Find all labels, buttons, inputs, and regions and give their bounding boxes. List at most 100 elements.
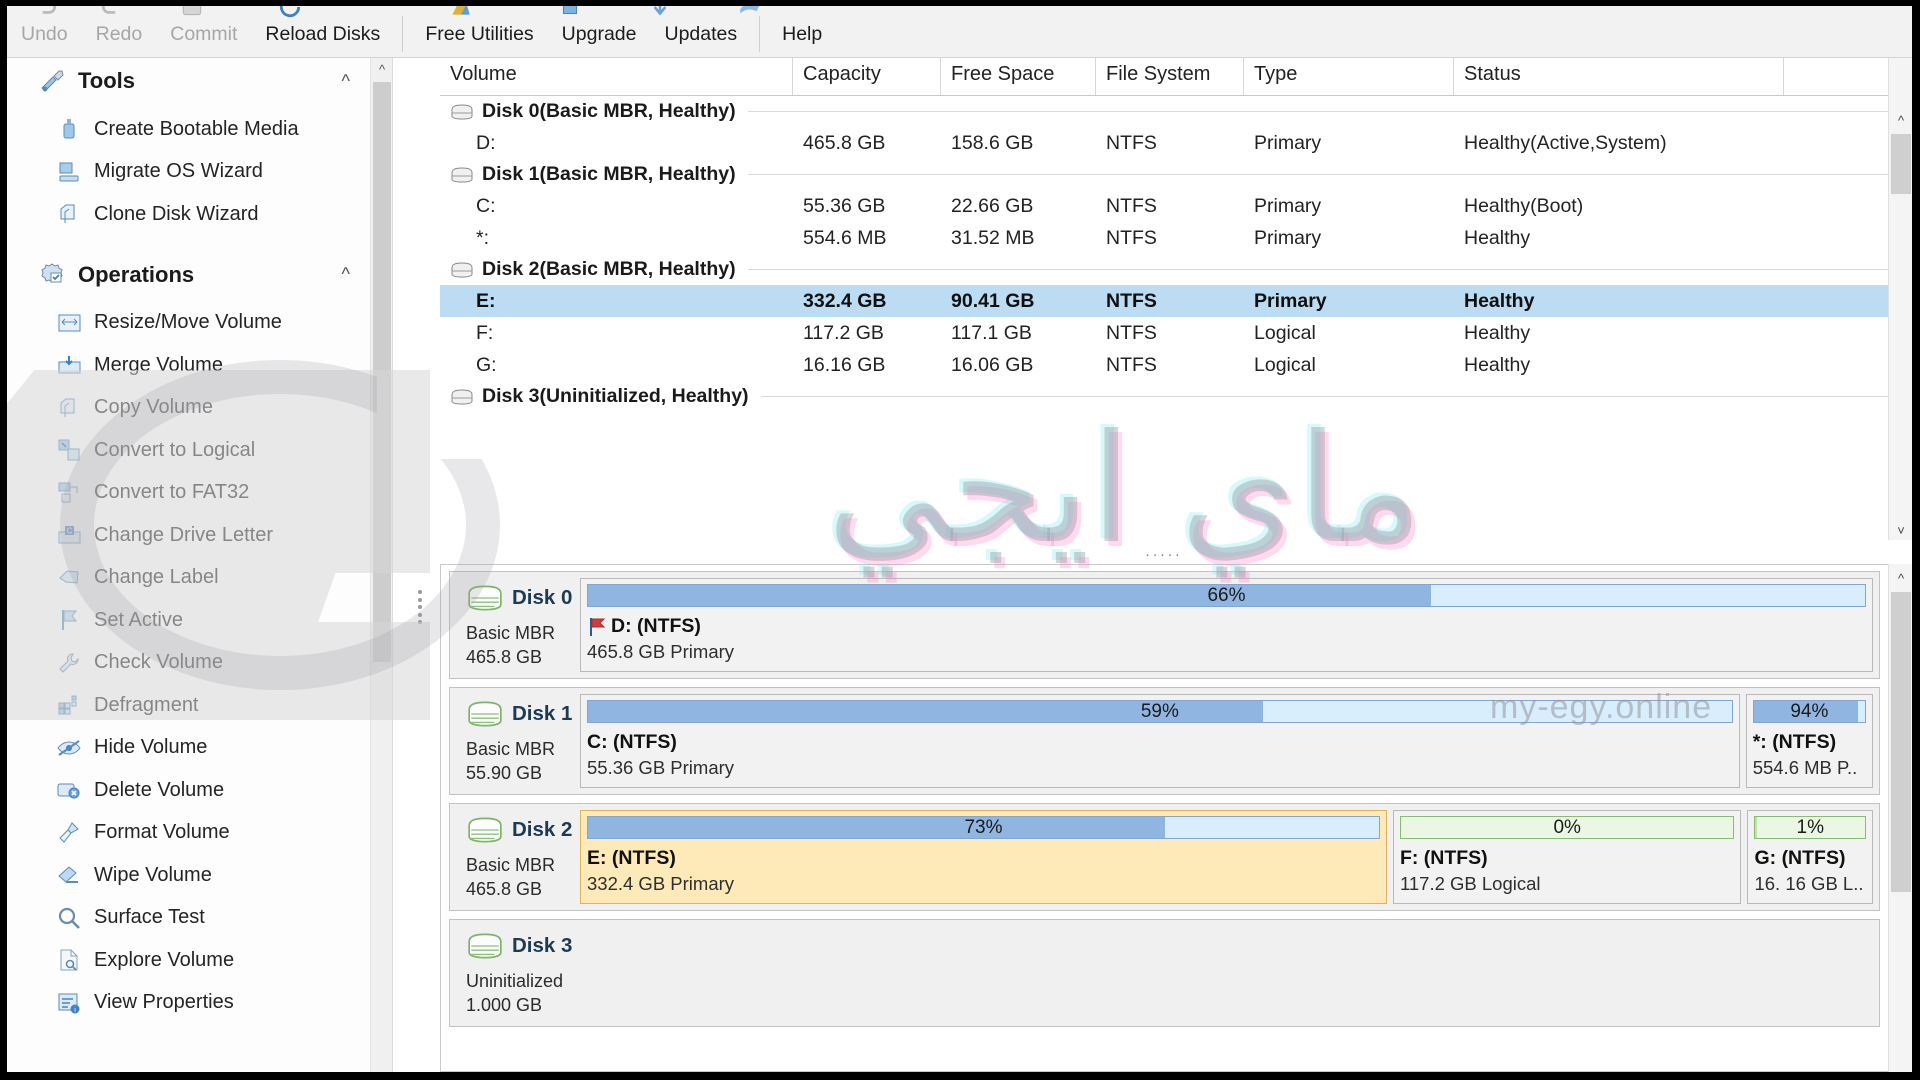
sidebar-section-tools[interactable]: Tools ^ [8, 58, 392, 104]
sidebar-item-set-active[interactable]: Set Active [8, 599, 392, 642]
table-row[interactable]: *: 554.6 MB 31.52 MB NTFS Primary Health… [440, 222, 1912, 254]
table-row[interactable]: G: 16.16 GB 16.06 GB NTFS Logical Health… [440, 349, 1912, 381]
cell-capacity: 117.2 GB [803, 321, 884, 344]
cell-file-system: NTFS [1106, 353, 1157, 376]
sidebar-item-merge-volume[interactable]: Merge Volume [8, 344, 392, 387]
disk-map-scroll-thumb[interactable] [1891, 592, 1911, 892]
disk-map-title-row: Disk 1 [466, 700, 580, 728]
partition-g[interactable]: 1% G: (NTFS) 16. 16 GB L.. [1747, 810, 1873, 904]
column-header-type[interactable]: Type [1244, 58, 1454, 95]
usage-bar: 94% [1752, 700, 1866, 723]
sidebar-item-view-properties[interactable]: i View Properties [8, 982, 392, 1025]
sidebar-scroll-thumb[interactable] [373, 82, 391, 662]
disk-type: Basic MBR [466, 623, 556, 643]
disk-title: Disk 3 [512, 934, 573, 957]
chevron-up-icon[interactable]: ^ [342, 71, 350, 92]
disk-icon [451, 103, 473, 120]
partition-name-row: E: (NTFS) [587, 847, 1380, 870]
sidebar-item-explore-volume[interactable]: Explore Volume [8, 939, 392, 982]
disk-map-title-row: Disk 2 [466, 816, 580, 844]
table-row[interactable]: C: 55.36 GB 22.66 GB NTFS Primary Health… [440, 190, 1912, 222]
table-scrollbar[interactable]: ^ ˅ [1888, 58, 1912, 540]
sidebar-item-delete-volume[interactable]: Delete Volume [8, 769, 392, 812]
column-header-file-system[interactable]: File System [1096, 58, 1244, 95]
free-utilities-button[interactable]: Free Utilities [411, 20, 547, 48]
cell-capacity: 332.4 GB [803, 289, 887, 312]
table-scroll-thumb[interactable] [1891, 134, 1911, 194]
disk-group-header[interactable]: Disk 0(Basic MBR, Healthy) [440, 96, 1912, 127]
sidebar-scrollbar[interactable]: ^ [370, 58, 392, 1072]
sidebar-item-defragment[interactable]: Defragment [8, 684, 392, 727]
upgrade-button[interactable]: Upgrade [548, 20, 651, 48]
sidebar-item-copy-volume[interactable]: Copy Volume [8, 387, 392, 430]
sidebar-item-migrate-os-wizard[interactable]: Migrate OS Wizard [8, 151, 392, 194]
sidebar-section-operations[interactable]: Operations ^ [8, 252, 392, 298]
panel-splitter[interactable]: ..... [440, 540, 1888, 564]
sidebar-item-resize-move-volume[interactable]: Resize/Move Volume [8, 302, 392, 345]
chevron-up-icon[interactable]: ^ [342, 264, 350, 285]
delete-icon [56, 778, 82, 802]
partition-star[interactable]: 94% *: (NTFS) 554.6 MB P.. [1745, 694, 1873, 788]
partition-d[interactable]: 66% D: (NTFS) 465.8 GB Primary [580, 578, 1873, 672]
partition-f[interactable]: 0% F: (NTFS) 117.2 GB Logical [1392, 810, 1742, 904]
disk-map-panel-3[interactable]: Disk 3 Uninitialized 1.000 GB [449, 919, 1880, 1027]
column-header-free-space[interactable]: Free Space [941, 58, 1096, 95]
sidebar-item-convert-to-fat32[interactable]: Convert to FAT32 [8, 472, 392, 515]
cell-free-space: 16.06 GB [951, 353, 1034, 376]
disk-map-scrollbar[interactable]: ^ [1888, 564, 1912, 1072]
disk-group-header[interactable]: Disk 2(Basic MBR, Healthy) [440, 254, 1912, 285]
disk-group-rule [760, 396, 1894, 397]
redo-button[interactable]: Redo [82, 20, 157, 48]
sidebar-item-check-volume[interactable]: Check Volume [8, 642, 392, 685]
sidebar-item-create-bootable-media[interactable]: Create Bootable Media [8, 108, 392, 151]
reload-disks-button[interactable]: Reload Disks [251, 20, 394, 48]
toolbar-buttons: Undo Redo Commit Reload Disks Free Utili… [7, 16, 1912, 58]
disk-map-panel-2[interactable]: Disk 2 Basic MBR 465.8 GB 73% E: (NTFS) [449, 803, 1880, 911]
updates-button[interactable]: Updates [650, 20, 751, 48]
table-row[interactable]: E: 332.4 GB 90.41 GB NTFS Primary Health… [440, 285, 1912, 317]
column-header-status[interactable]: Status [1454, 58, 1784, 95]
partition-name: D: (NTFS) [611, 615, 701, 637]
sidebar-item-hide-volume[interactable]: Hide Volume [8, 727, 392, 770]
scroll-up-icon[interactable]: ^ [371, 58, 392, 80]
sidebar-item-change-label[interactable]: Change Label [8, 557, 392, 600]
panel-resize-grip[interactable] [418, 590, 424, 624]
cell-status: Healthy(Boot) [1464, 194, 1584, 217]
table-row[interactable]: F: 117.2 GB 117.1 GB NTFS Logical Health… [440, 317, 1912, 349]
disk-map-panel-0[interactable]: Disk 0 Basic MBR 465.8 GB 66% D: (NTFS) [449, 571, 1880, 679]
scroll-up-icon[interactable]: ^ [1889, 108, 1913, 132]
undo-button[interactable]: Undo [7, 20, 82, 48]
partition-c[interactable]: 59% C: (NTFS) 55.36 GB Primary [580, 694, 1740, 788]
column-header-volume[interactable]: Volume [440, 58, 793, 95]
disk-map-title-row: Disk 3 [466, 932, 580, 960]
disk-size: 1.000 GB [466, 994, 543, 1015]
sidebar-item-wipe-volume[interactable]: Wipe Volume [8, 854, 392, 897]
table-row[interactable]: D: 465.8 GB 158.6 GB NTFS Primary Health… [440, 127, 1912, 159]
commit-button[interactable]: Commit [156, 20, 251, 48]
resize-icon [56, 311, 82, 335]
disk-group-label: Disk 1(Basic MBR, Healthy) [482, 163, 736, 185]
scroll-down-icon[interactable]: ˅ [1889, 518, 1913, 542]
sidebar-item-clone-disk-wizard[interactable]: Clone Disk Wizard [8, 193, 392, 236]
volume-table: Volume Capacity Free Space File System T… [440, 58, 1912, 540]
sidebar-section-title: Tools [78, 68, 136, 93]
column-header-capacity[interactable]: Capacity [793, 58, 941, 95]
disk-group-label: Disk 3(Uninitialized, Healthy) [482, 385, 749, 407]
scroll-up-icon[interactable]: ^ [1889, 566, 1913, 590]
partition-e[interactable]: 73% E: (NTFS) 332.4 GB Primary [580, 810, 1387, 904]
usage-bar: 66% [587, 584, 1866, 607]
help-button[interactable]: Help [768, 20, 836, 48]
sidebar-operations-list: Resize/Move Volume Merge Volume Copy Vol… [8, 298, 392, 1025]
sidebar-item-label: Merge Volume [94, 353, 223, 376]
sidebar-item-format-volume[interactable]: Format Volume [8, 812, 392, 855]
sidebar-item-change-drive-letter[interactable]: C Change Drive Letter [8, 514, 392, 557]
disk-map-panel-1[interactable]: Disk 1 Basic MBR 55.90 GB 59% C: (NTFS) [449, 687, 1880, 795]
disk-group-header[interactable]: Disk 1(Basic MBR, Healthy) [440, 159, 1912, 190]
sidebar-item-convert-to-logical[interactable]: Convert to Logical [8, 429, 392, 472]
sidebar-item-surface-test[interactable]: Surface Test [8, 897, 392, 940]
partition-sub: 332.4 GB Primary [587, 873, 735, 894]
disk-map: Disk 0 Basic MBR 465.8 GB 66% D: (NTFS) [440, 564, 1888, 1072]
hard-disk-icon [468, 585, 502, 611]
sidebar-item-label: Wipe Volume [94, 863, 212, 886]
disk-group-header[interactable]: Disk 3(Uninitialized, Healthy) [440, 381, 1912, 412]
